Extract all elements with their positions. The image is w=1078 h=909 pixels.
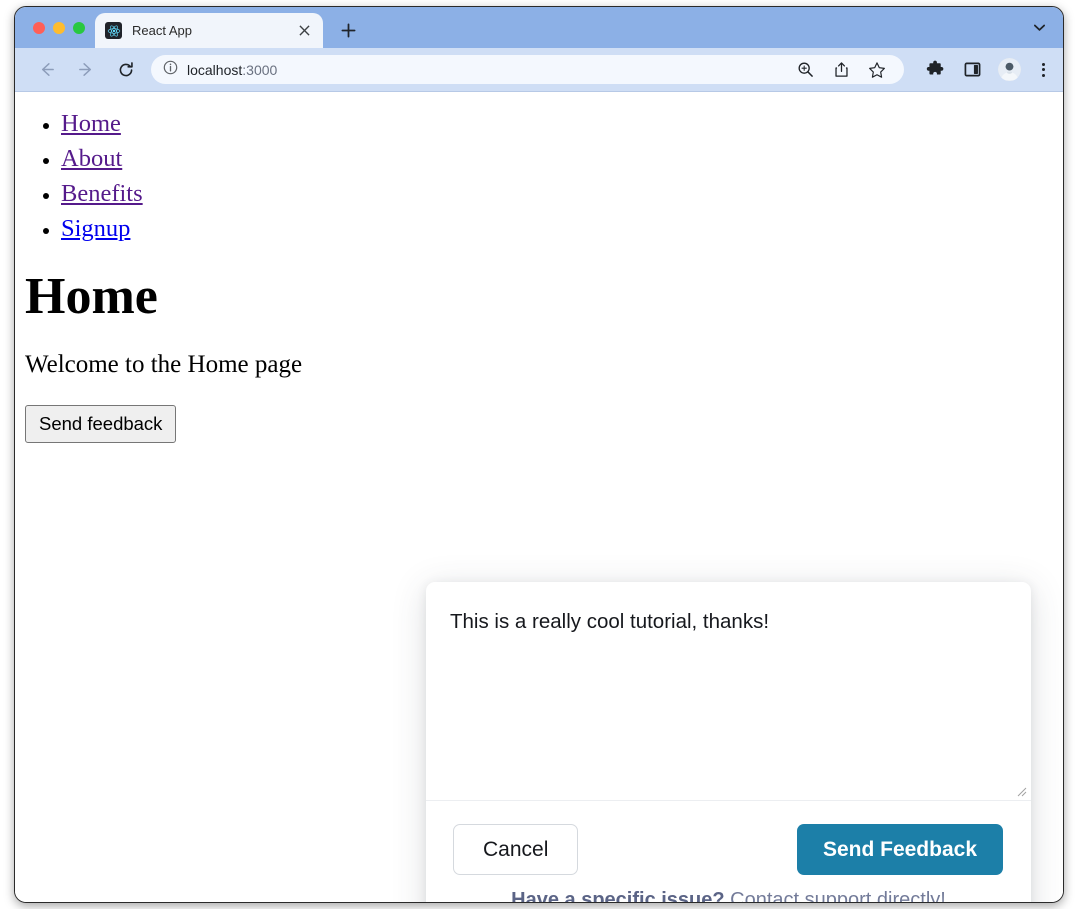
close-window-button[interactable] (33, 22, 45, 34)
reload-icon[interactable] (111, 55, 141, 85)
page-viewport: Home About Benefits Signup Home Welcome … (15, 92, 1063, 903)
toolbar-extensions-group (924, 58, 1049, 81)
forward-arrow-icon[interactable] (71, 55, 101, 85)
list-item: About (61, 143, 1063, 178)
browser-tab-react-app[interactable]: React App (95, 13, 323, 48)
star-icon[interactable] (866, 59, 888, 81)
puzzle-piece-icon[interactable] (924, 59, 946, 81)
omnibox-actions (794, 59, 892, 81)
nav-link-about[interactable]: About (61, 145, 122, 172)
react-logo-icon (105, 22, 122, 39)
contact-support-link[interactable]: Contact support directly! (725, 889, 946, 903)
nav-link-signup[interactable]: Signup (61, 215, 130, 242)
browser-window: React App (14, 6, 1064, 903)
three-dot-menu-icon[interactable] (1038, 63, 1049, 77)
nav-link-benefits[interactable]: Benefits (61, 180, 143, 207)
tab-strip: React App (15, 7, 1063, 48)
close-tab-icon[interactable] (295, 22, 313, 40)
url-host: localhost (187, 62, 242, 78)
address-bar[interactable]: localhost:3000 (151, 55, 904, 84)
new-tab-button[interactable] (333, 15, 363, 45)
zoom-in-icon[interactable] (794, 59, 816, 81)
feedback-modal: Cancel Send Feedback Have a specific iss… (426, 582, 1031, 903)
nav-link-home[interactable]: Home (61, 110, 121, 137)
list-item: Signup (61, 213, 1063, 248)
browser-toolbar: localhost:3000 (15, 48, 1063, 92)
feedback-textarea[interactable] (426, 582, 1031, 800)
tab-title: React App (132, 23, 285, 38)
page-title: Home (25, 270, 1063, 325)
feedback-textarea-wrapper (426, 582, 1031, 801)
maximize-window-button[interactable] (73, 22, 85, 34)
send-feedback-submit-button[interactable]: Send Feedback (797, 824, 1003, 875)
profile-avatar-icon[interactable] (998, 58, 1021, 81)
side-panel-icon[interactable] (961, 59, 983, 81)
send-feedback-trigger-button[interactable]: Send feedback (25, 405, 176, 443)
info-circle-icon[interactable] (163, 60, 178, 80)
share-icon[interactable] (830, 59, 852, 81)
feedback-footer-question: Have a specific issue? (511, 889, 724, 903)
back-arrow-icon[interactable] (31, 55, 61, 85)
feedback-footer: Have a specific issue? Contact support d… (426, 875, 1031, 903)
chevron-down-icon[interactable] (1025, 13, 1053, 41)
url-text: localhost:3000 (187, 62, 277, 78)
list-item: Home (61, 108, 1063, 143)
cancel-button[interactable]: Cancel (453, 824, 578, 875)
page-welcome-text: Welcome to the Home page (25, 351, 1063, 379)
list-item: Benefits (61, 178, 1063, 213)
minimize-window-button[interactable] (53, 22, 65, 34)
window-controls (27, 7, 95, 48)
url-port: :3000 (242, 62, 277, 78)
feedback-actions-row: Cancel Send Feedback (426, 801, 1031, 875)
site-navigation-list: Home About Benefits Signup (15, 92, 1063, 248)
